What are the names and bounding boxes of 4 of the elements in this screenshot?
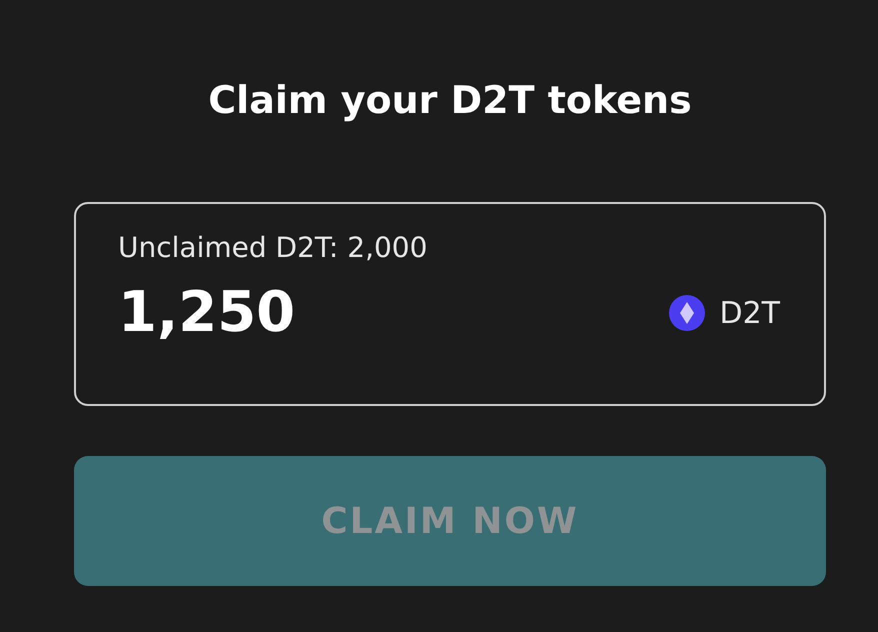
amount-field[interactable]: Unclaimed D2T: 2,000 1,250 D2T (74, 202, 826, 406)
token-icon (669, 295, 706, 331)
dialog-title: Claim your D2T tokens (207, 77, 693, 124)
token-label: D2T (719, 296, 780, 330)
